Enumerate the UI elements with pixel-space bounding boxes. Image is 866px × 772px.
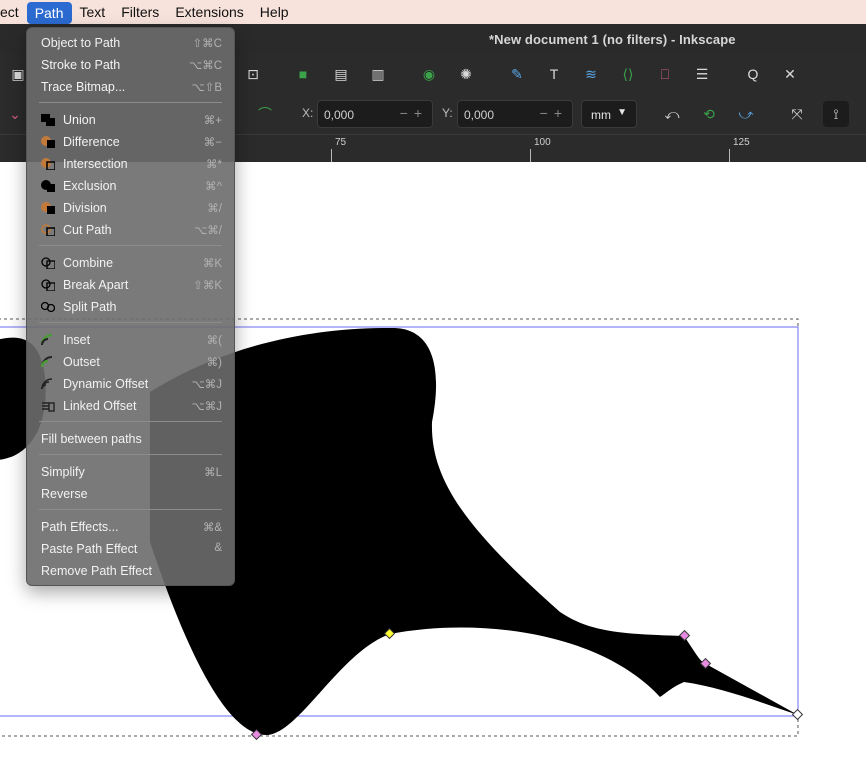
y-stepper-icon[interactable]: −+: [540, 105, 568, 121]
show-transform-handles-icon[interactable]: ⤧: [787, 104, 807, 124]
x-stepper-icon[interactable]: −+: [400, 105, 428, 121]
menu-separator: [39, 421, 222, 422]
ruler-label-125: 125: [733, 137, 750, 148]
ruler-label-100: 100: [534, 137, 551, 148]
menu-item-object-to-path[interactable]: Object to Path ⇧⌘C: [27, 32, 234, 54]
menu-object[interactable]: ect: [0, 0, 27, 24]
menu-item-stroke-to-path[interactable]: Stroke to Path ⌥⌘C: [27, 54, 234, 76]
menu-item-union[interactable]: Union ⌘+: [27, 109, 234, 131]
menu-filters[interactable]: Filters: [113, 0, 167, 24]
y-coordinate-field[interactable]: 0,000 −+: [457, 100, 573, 128]
find-replace-icon[interactable]: Q: [743, 64, 763, 84]
zoom-selection-icon[interactable]: ⊡: [243, 64, 263, 84]
menu-help[interactable]: Help: [252, 0, 297, 24]
combine-icon: [41, 257, 55, 269]
show-handles-icon[interactable]: ⤺: [662, 104, 682, 124]
menu-separator: [39, 509, 222, 510]
menu-item-break-apart[interactable]: Break Apart ⇧⌘K: [27, 274, 234, 296]
show-bbox-icon[interactable]: ⟟: [823, 101, 849, 127]
intersection-icon: [41, 158, 55, 170]
y-label: Y:: [442, 106, 453, 120]
menu-item-combine[interactable]: Combine ⌘K: [27, 252, 234, 274]
show-outline-icon[interactable]: ⟲: [699, 104, 719, 124]
lock-icon[interactable]: ▥: [368, 64, 388, 84]
xml-editor-icon[interactable]: ⟨⟩: [618, 64, 638, 84]
y-coordinate-value: 0,000: [464, 108, 495, 122]
shape-main-path[interactable]: [150, 327, 798, 736]
division-icon: [41, 202, 55, 214]
text-font-icon[interactable]: T: [544, 64, 564, 84]
menu-item-intersection[interactable]: Intersection ⌘*: [27, 153, 234, 175]
menu-item-path-effects[interactable]: Path Effects... ⌘&: [27, 516, 234, 538]
unit-value: mm: [591, 108, 611, 122]
align-distribute-icon[interactable]: ☰: [692, 64, 712, 84]
exclusion-icon: [41, 180, 55, 192]
menu-separator: [39, 102, 222, 103]
x-label: X:: [302, 106, 314, 120]
inset-icon: [41, 334, 53, 346]
dynamic-offset-icon: [41, 378, 53, 390]
cut-path-icon: [41, 224, 55, 236]
node-insert-icon[interactable]: ⌄: [5, 104, 25, 124]
x-coordinate-field[interactable]: 0,000 −+: [317, 100, 433, 128]
path-node-end[interactable]: [791, 708, 804, 721]
menu-text[interactable]: Text: [72, 0, 114, 24]
menu-item-simplify[interactable]: Simplify ⌘L: [27, 461, 234, 483]
menu-item-linked-offset[interactable]: Linked Offset ⌥⌘J: [27, 395, 234, 417]
menu-item-dynamic-offset[interactable]: Dynamic Offset ⌥⌘J: [27, 373, 234, 395]
menu-path[interactable]: Path: [26, 1, 72, 24]
chevron-down-icon: ▼: [617, 107, 627, 118]
menu-separator: [39, 322, 222, 323]
menu-item-cut-path[interactable]: Cut Path ⌥⌘/: [27, 219, 234, 241]
difference-icon: [41, 136, 55, 148]
unit-select[interactable]: mm ▼: [581, 100, 637, 128]
split-path-icon: [41, 301, 55, 313]
menu-item-division[interactable]: Division ⌘/: [27, 197, 234, 219]
ungroup-icon[interactable]: ▤: [331, 64, 351, 84]
preferences-icon[interactable]: ✕: [780, 64, 800, 84]
outset-icon: [41, 356, 53, 368]
layers-icon[interactable]: ≋: [581, 64, 601, 84]
ruler-tick: [331, 149, 332, 163]
union-icon: [41, 114, 55, 126]
ruler-tick: [530, 149, 531, 163]
segment-curve-icon[interactable]: ⌒: [255, 104, 275, 124]
menu-separator: [39, 245, 222, 246]
duplicate-icon[interactable]: ▣: [8, 64, 28, 84]
ruler-label-75: 75: [335, 137, 347, 148]
menu-item-inset[interactable]: Inset ⌘(: [27, 329, 234, 351]
menu-item-outset[interactable]: Outset ⌘): [27, 351, 234, 373]
linked-offset-icon: [42, 402, 55, 412]
path-menu-dropdown: Object to Path ⇧⌘C Stroke to Path ⌥⌘C Tr…: [26, 27, 235, 586]
path-effect-icon[interactable]: ⤻: [736, 104, 756, 124]
x-coordinate-value: 0,000: [324, 108, 355, 122]
window-title: *New document 1 (no filters) - Inkscape: [489, 32, 736, 47]
document-properties-icon[interactable]: ⎕: [655, 64, 675, 84]
menu-item-trace-bitmap[interactable]: Trace Bitmap... ⌥⇧B: [27, 76, 234, 98]
group-icon[interactable]: ■: [293, 64, 313, 84]
menu-item-reverse[interactable]: Reverse: [27, 483, 234, 505]
menu-item-exclusion[interactable]: Exclusion ⌘^: [27, 175, 234, 197]
menu-separator: [39, 454, 222, 455]
clone-icon[interactable]: ◉: [419, 64, 439, 84]
menu-item-remove-path-effect[interactable]: Remove Path Effect: [27, 560, 234, 582]
break-apart-icon: [41, 279, 55, 291]
ruler-tick: [729, 149, 730, 163]
menu-item-paste-path-effect[interactable]: Paste Path Effect &: [27, 538, 234, 560]
menu-extensions[interactable]: Extensions: [167, 0, 251, 24]
unlink-clone-icon[interactable]: ✺: [456, 64, 476, 84]
menu-bar: ect Path Text Filters Extensions Help: [0, 0, 866, 24]
menu-item-fill-between-paths[interactable]: Fill between paths: [27, 428, 234, 450]
fill-stroke-icon[interactable]: ✎: [507, 64, 527, 84]
menu-item-split-path[interactable]: Split Path: [27, 296, 234, 318]
menu-item-difference[interactable]: Difference ⌘−: [27, 131, 234, 153]
